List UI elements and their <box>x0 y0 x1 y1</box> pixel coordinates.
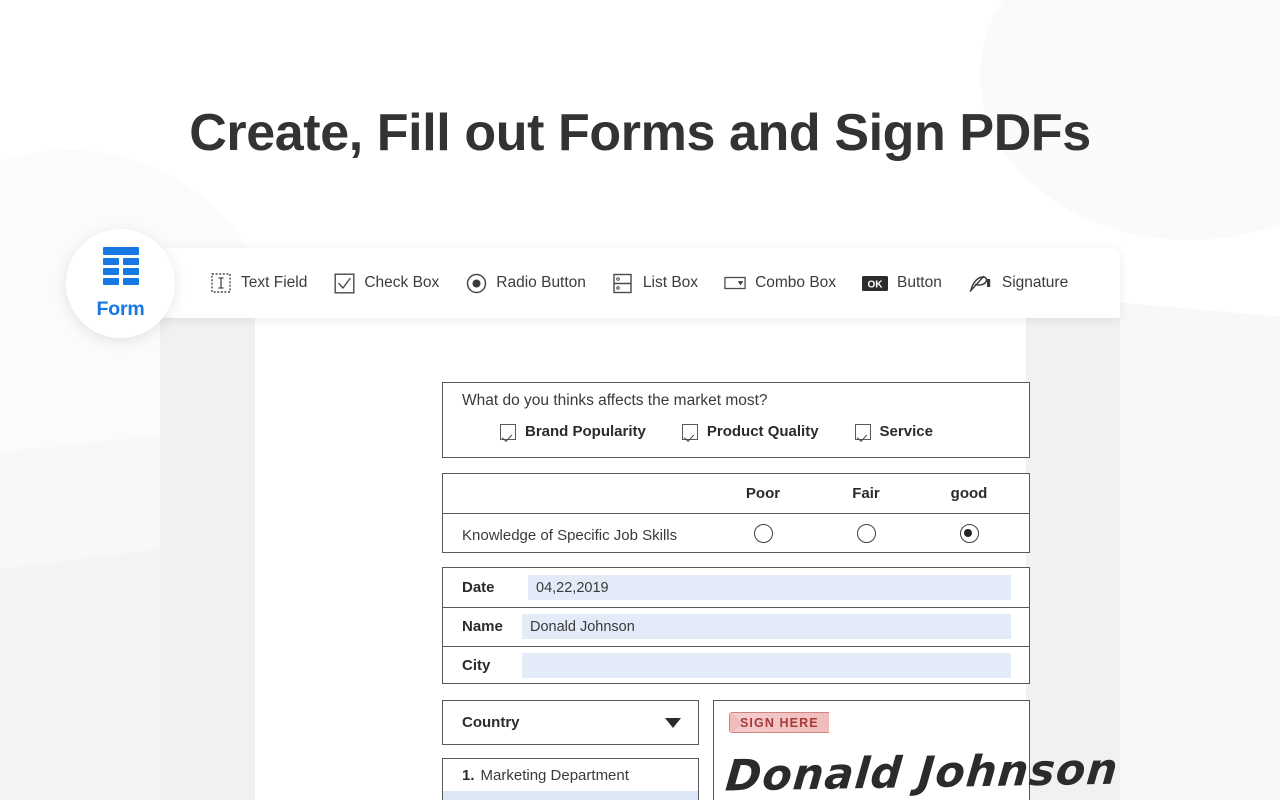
list-item[interactable]: 2. Design Department <box>443 791 698 800</box>
chevron-down-icon[interactable] <box>665 717 681 728</box>
check-box-icon[interactable] <box>681 423 698 440</box>
page-title: Create, Fill out Forms and Sign PDFs <box>189 104 1091 162</box>
table-divider <box>443 513 1029 515</box>
radio-cell-fair[interactable] <box>821 524 911 543</box>
combo-box-field[interactable]: Country <box>442 700 699 745</box>
name-input[interactable]: Donald Johnson <box>522 614 1011 639</box>
rating-row-label: Knowledge of Specific Job Skills <box>462 527 678 544</box>
list-item-number: 1. <box>462 766 475 784</box>
text-field-label: Name <box>462 618 503 635</box>
date-input[interactable]: 04,22,2019 <box>528 575 1011 600</box>
sign-here-tag: SIGN HERE <box>729 711 829 734</box>
radio-cell-poor[interactable] <box>718 524 808 543</box>
tool-label: Radio Button <box>496 274 586 291</box>
left-panel <box>160 318 255 800</box>
form-mode-badge[interactable]: Form <box>66 229 175 338</box>
tool-combo-box[interactable]: Combo Box <box>724 272 836 294</box>
text-field-group[interactable]: Date 04,22,2019 Name Donald Johnson City <box>442 567 1030 684</box>
sign-here-label: SIGN HERE <box>740 715 819 730</box>
radio-button-icon[interactable] <box>856 524 876 543</box>
tool-list-box[interactable]: List Box <box>612 272 698 294</box>
checkbox-label: Brand Popularity <box>525 423 646 440</box>
checkbox-options: Brand Popularity Product Quality Service <box>500 423 969 440</box>
city-input[interactable] <box>522 653 1011 678</box>
list-item[interactable]: 1. Marketing Department <box>443 759 698 791</box>
rating-column-header: good <box>950 485 988 502</box>
ok-button-icon: OK <box>862 272 889 294</box>
tool-label: Button <box>897 274 942 291</box>
check-box-icon <box>333 272 355 294</box>
rating-column-header: Poor <box>745 485 781 502</box>
svg-text:OK: OK <box>868 279 884 290</box>
checkbox-option[interactable]: Brand Popularity <box>500 423 646 440</box>
form-toolbar-items: Text Field Check Box Radio Button List B… <box>160 248 1120 318</box>
checkbox-label: Product Quality <box>706 423 819 440</box>
tool-label: Signature <box>1001 274 1069 291</box>
list-box-icon <box>612 272 634 294</box>
combo-box-label: Country <box>462 714 520 731</box>
checkbox-option[interactable]: Product Quality <box>681 423 819 440</box>
signature-pen-icon <box>968 272 993 294</box>
sign-here-arrow-icon <box>730 711 744 734</box>
tool-label: Combo Box <box>755 274 837 291</box>
list-box-field[interactable]: 1. Marketing Department 2. Design Depart… <box>442 758 699 800</box>
text-field-row-date[interactable]: Date 04,22,2019 <box>443 568 1029 607</box>
right-panel <box>1026 318 1120 800</box>
checkbox-option[interactable]: Service <box>854 423 933 440</box>
document-workspace: What do you thinks affects the market mo… <box>160 318 1120 800</box>
question-label: What do you thinks affects the market mo… <box>462 392 768 409</box>
tool-label: List Box <box>642 274 699 291</box>
tool-label: Check Box <box>364 274 440 291</box>
list-item-label: Marketing Department <box>480 766 629 784</box>
form-badge-label: Form <box>96 297 145 320</box>
radio-button-icon[interactable] <box>753 524 773 543</box>
checkbox-form-field-group[interactable]: What do you thinks affects the market mo… <box>442 382 1030 458</box>
text-field-label: City <box>462 657 491 674</box>
text-field-row-city[interactable]: City <box>443 646 1029 685</box>
tool-button[interactable]: OK Button <box>862 272 942 294</box>
tool-check-box[interactable]: Check Box <box>333 272 439 294</box>
tool-signature[interactable]: Signature <box>968 272 1068 294</box>
combo-box-icon <box>724 272 746 294</box>
text-field-row-name[interactable]: Name Donald Johnson <box>443 607 1029 646</box>
tool-text-field[interactable]: Text Field <box>210 272 307 294</box>
text-field-icon <box>210 272 232 294</box>
text-field-label: Date <box>462 579 495 596</box>
check-box-icon[interactable] <box>500 423 516 440</box>
checkbox-label: Service <box>879 423 933 440</box>
radio-button-icon <box>465 272 487 294</box>
rating-column-header: Fair <box>852 485 880 502</box>
form-toolbar: Text Field Check Box Radio Button List B… <box>160 248 1120 318</box>
form-table-icon <box>100 246 142 292</box>
tool-radio-button[interactable]: Radio Button <box>465 272 586 294</box>
radio-button-selected-icon[interactable] <box>959 524 979 543</box>
signature-text: Donald Johnson <box>723 744 1120 800</box>
app-window: What do you thinks affects the market mo… <box>160 248 1120 800</box>
radio-cell-good[interactable] <box>924 524 1014 543</box>
tool-label: Text Field <box>241 274 308 291</box>
check-box-icon[interactable] <box>854 423 871 440</box>
radio-button-rating-table[interactable]: Poor Fair good Knowledge of Specific Job… <box>442 473 1030 553</box>
text-field-value: Donald Johnson <box>530 618 635 635</box>
text-field-value: 04,22,2019 <box>536 579 609 596</box>
signature-field[interactable]: SIGN HERE Donald Johnson <box>713 700 1120 800</box>
pdf-document-page[interactable]: What do you thinks affects the market mo… <box>255 318 1120 800</box>
